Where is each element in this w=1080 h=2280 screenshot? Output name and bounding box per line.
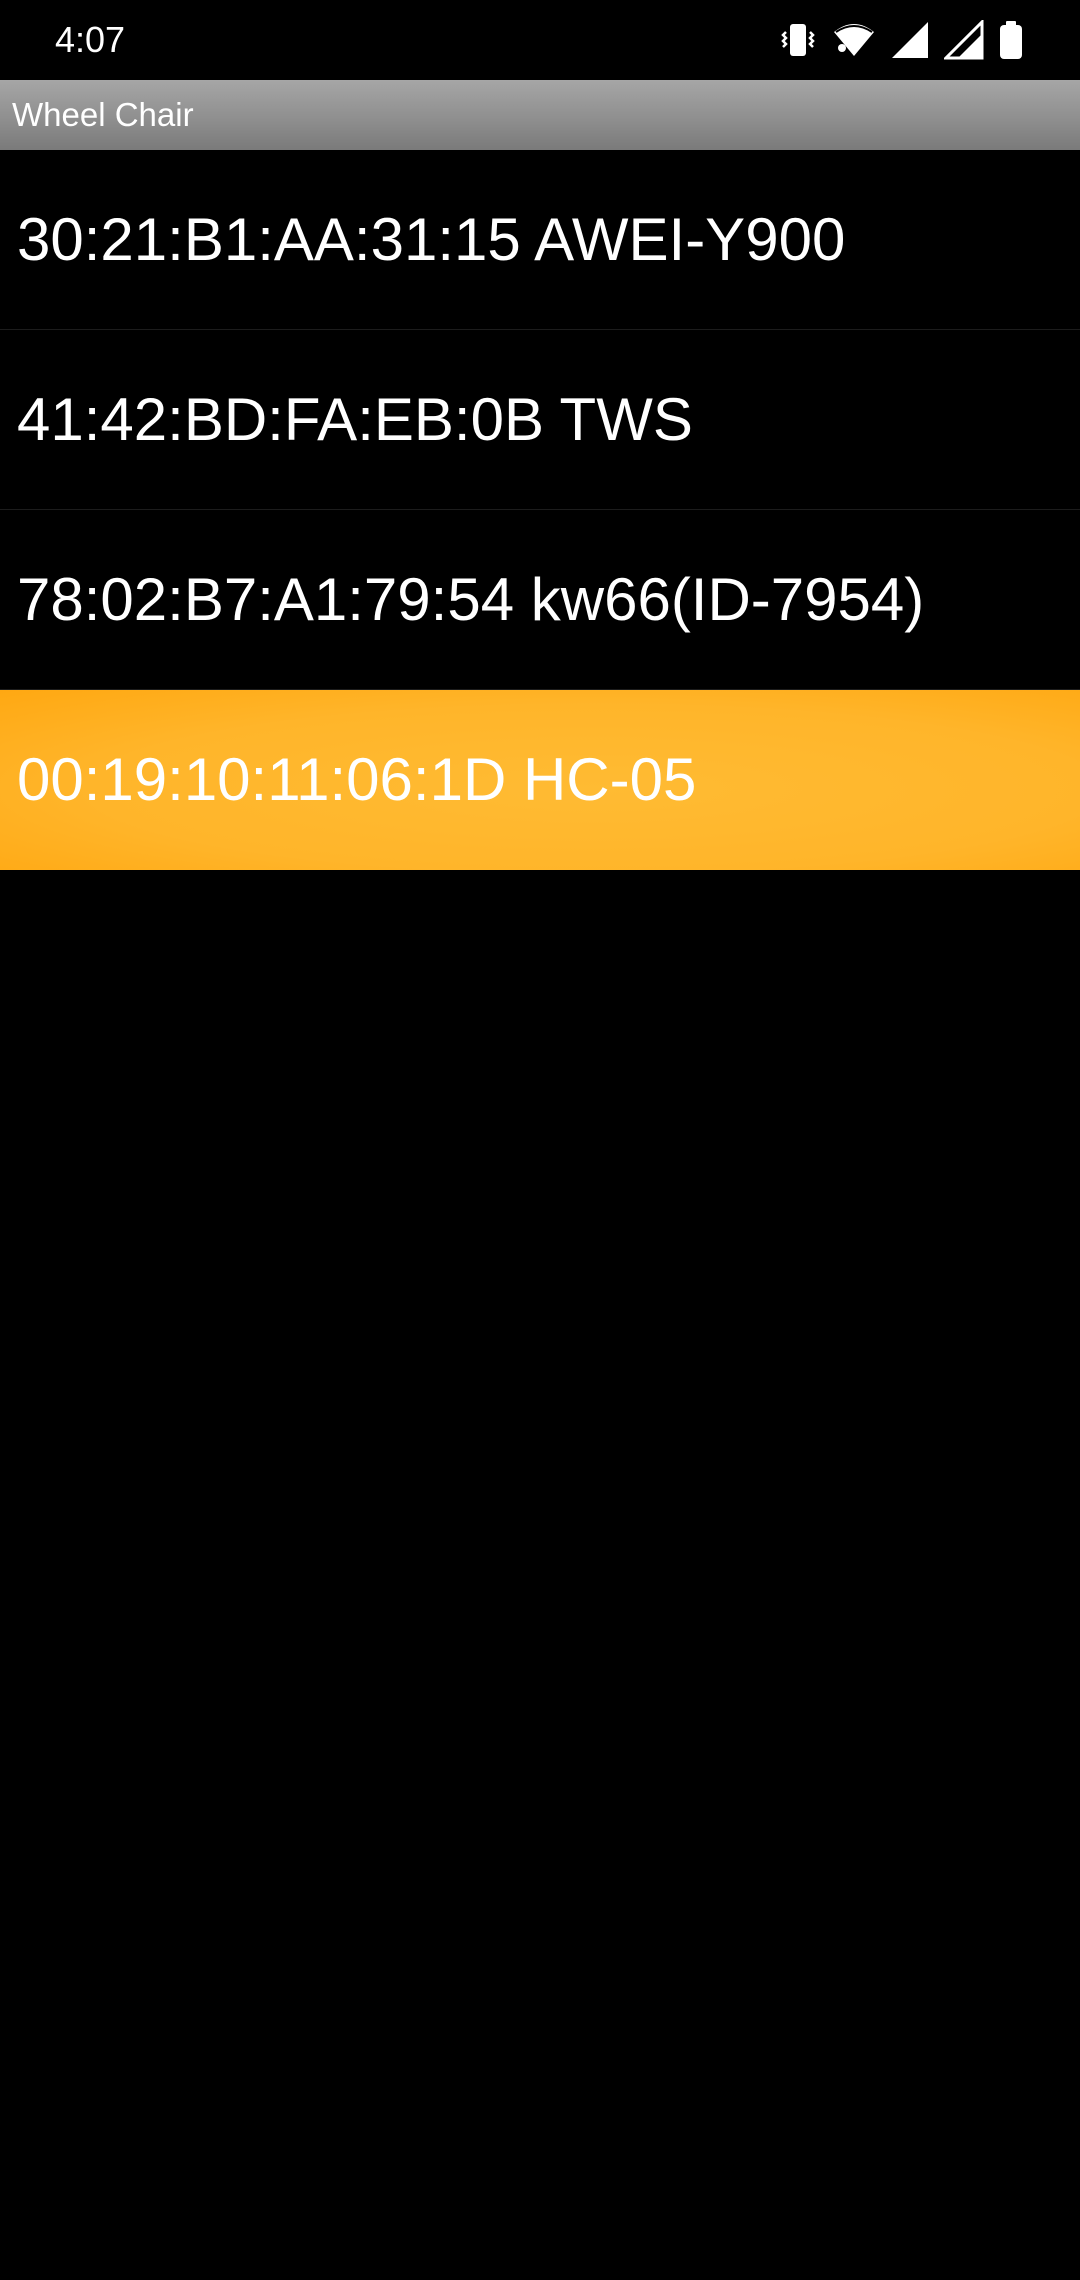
device-label: 30:21:B1:AA:31:15 AWEI-Y900 xyxy=(17,206,846,273)
signal-icon xyxy=(890,20,930,60)
vibrate-icon xyxy=(778,20,818,60)
device-list-item[interactable]: 41:42:BD:FA:EB:0B TWS xyxy=(0,330,1080,510)
device-label: 41:42:BD:FA:EB:0B TWS xyxy=(17,386,693,453)
battery-icon xyxy=(998,20,1024,60)
app-title-bar: Wheel Chair xyxy=(0,80,1080,150)
device-list-item[interactable]: 00:19:10:11:06:1D HC-05 xyxy=(0,690,1080,870)
device-label: 78:02:B7:A1:79:54 kw66(ID-7954) xyxy=(17,566,925,633)
device-list-item[interactable]: 78:02:B7:A1:79:54 kw66(ID-7954) xyxy=(0,510,1080,690)
status-time: 4:07 xyxy=(55,19,126,60)
paired-device-list: 30:21:B1:AA:31:15 AWEI-Y900 41:42:BD:FA:… xyxy=(0,150,1080,870)
device-label: 00:19:10:11:06:1D HC-05 xyxy=(17,746,697,813)
signal-icon xyxy=(944,20,984,60)
wifi-icon xyxy=(832,20,876,60)
status-icons xyxy=(778,18,1024,62)
device-list-item[interactable]: 30:21:B1:AA:31:15 AWEI-Y900 xyxy=(0,150,1080,330)
status-bar: 4:07 xyxy=(0,0,1080,80)
app-title: Wheel Chair xyxy=(12,96,194,133)
